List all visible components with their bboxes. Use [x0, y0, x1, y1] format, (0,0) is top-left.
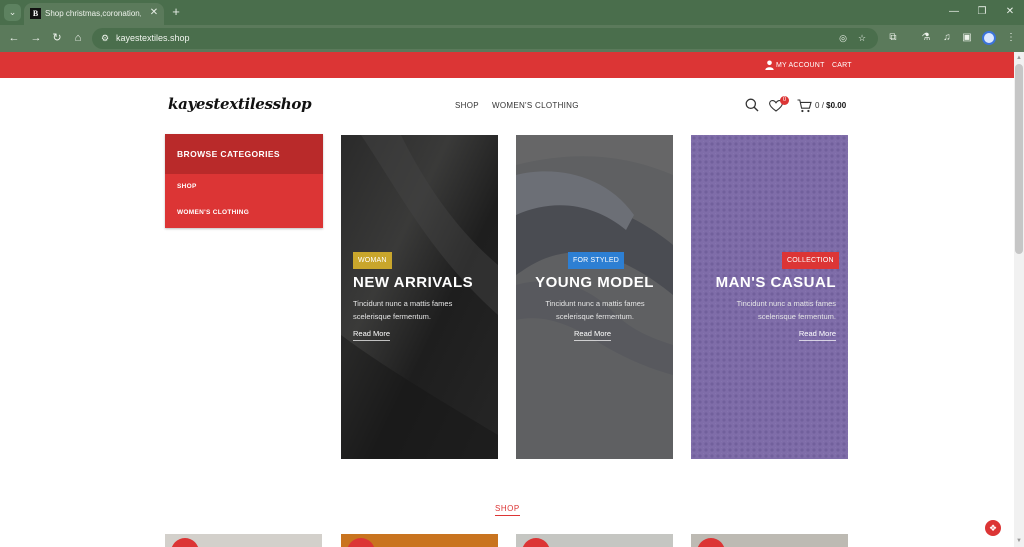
- address-bar[interactable]: ⚙ kayestextiles.shop ◎ ☆: [92, 28, 878, 49]
- reload-icon[interactable]: ↻: [49, 30, 65, 46]
- back-icon[interactable]: ←: [6, 30, 22, 46]
- search-icon[interactable]: [745, 98, 759, 112]
- banner-text: Tincidunt nunc a mattis fames scelerisqu…: [736, 299, 836, 321]
- scrollbar-thumb[interactable]: [1015, 64, 1023, 254]
- url-text[interactable]: kayestextiles.shop: [116, 32, 190, 45]
- product-card[interactable]: [691, 534, 848, 547]
- product-card[interactable]: [165, 534, 322, 547]
- forward-icon[interactable]: →: [28, 30, 44, 46]
- profile-icon[interactable]: [982, 31, 996, 45]
- browser-tab-bar: ⌄ B Shop christmas,coronation,Hal ✕ + — …: [0, 0, 1024, 25]
- banner-badge-label: COLLECTION: [787, 257, 834, 264]
- browse-categories-panel: BROWSE CATEGORIES SHOP WOMEN'S CLOTHING: [165, 134, 323, 228]
- shop-section-heading[interactable]: SHOP: [495, 504, 520, 516]
- close-icon[interactable]: ✕: [148, 7, 160, 19]
- site-info-icon[interactable]: ⚙: [98, 31, 112, 45]
- my-account-link[interactable]: MY ACCOUNT: [776, 61, 825, 70]
- banner-new-arrivals[interactable]: WOMAN NEW ARRIVALS Tincidunt nunc a matt…: [341, 135, 498, 459]
- extensions-icon[interactable]: ⧉: [885, 30, 901, 46]
- banner-title: MAN'S CASUAL: [715, 274, 836, 291]
- browse-categories-title: BROWSE CATEGORIES: [177, 149, 280, 159]
- eye-off-icon[interactable]: ◎: [836, 31, 850, 45]
- banner-read-more-link[interactable]: Read More: [353, 329, 391, 341]
- nav-shop[interactable]: SHOP: [455, 101, 479, 111]
- sidebar-icon[interactable]: ▣: [959, 30, 975, 46]
- user-icon[interactable]: [765, 60, 774, 70]
- banner-read-more-link[interactable]: Read More: [574, 329, 612, 341]
- site-top-bar: MY ACCOUNT CART: [0, 52, 1014, 78]
- category-item-womens-clothing[interactable]: WOMEN'S CLOTHING: [177, 209, 249, 217]
- banner-badge: COLLECTION: [782, 252, 839, 269]
- cart-total[interactable]: 0 / $0.00: [815, 101, 846, 111]
- cart-icon[interactable]: [797, 99, 812, 113]
- sale-badge: [171, 538, 199, 547]
- banner-read-more-link[interactable]: Read More: [798, 329, 836, 341]
- cart-separator: /: [821, 101, 824, 110]
- cart-count: 0: [815, 101, 820, 110]
- banner-text: Tincidunt nunc a mattis fames scelerisqu…: [353, 299, 453, 321]
- banner-title: YOUNG MODEL: [535, 274, 654, 291]
- home-icon[interactable]: ⌂: [70, 30, 86, 46]
- tab-list-icon[interactable]: ⌄: [4, 4, 21, 21]
- restore-icon[interactable]: ❐: [974, 4, 990, 20]
- site-favicon-icon: B: [30, 8, 41, 19]
- nav-womens-clothing[interactable]: WOMEN'S CLOTHING: [492, 101, 579, 111]
- banner-badge: WOMAN: [353, 252, 392, 269]
- sale-badge: [522, 538, 550, 547]
- banner-badge-label: WOMAN: [358, 257, 387, 264]
- plus-icon[interactable]: +: [168, 4, 184, 20]
- star-icon[interactable]: ☆: [855, 31, 869, 45]
- site-header: kayestextilesshop SHOP WOMEN'S CLOTHING: [0, 78, 1014, 134]
- sale-badge: [347, 538, 375, 547]
- banner-badge: FOR STYLED: [568, 252, 624, 269]
- product-card[interactable]: [341, 534, 498, 547]
- category-item-shop[interactable]: SHOP: [177, 183, 197, 191]
- lab-icon[interactable]: ⚗: [918, 30, 934, 46]
- browser-tab[interactable]: B Shop christmas,coronation,Hal ✕: [24, 3, 164, 25]
- banner-young-model[interactable]: FOR STYLED YOUNG MODEL Tincidunt nunc a …: [516, 135, 673, 459]
- media-icon[interactable]: ♫: [939, 30, 955, 46]
- browse-categories-header[interactable]: BROWSE CATEGORIES: [165, 134, 323, 174]
- scroll-down-icon[interactable]: ▼: [1015, 537, 1023, 545]
- browser-toolbar: ← → ↻ ⌂ ⚙ kayestextiles.shop ◎ ☆ ⧉ ⚗ ♫ ▣…: [0, 25, 1024, 52]
- wishlist-count-badge: 0: [780, 96, 789, 105]
- minimize-icon[interactable]: —: [946, 4, 962, 20]
- banner-mans-casual[interactable]: COLLECTION MAN'S CASUAL Tincidunt nunc a…: [691, 135, 848, 459]
- sale-badge: [697, 538, 725, 547]
- menu-icon[interactable]: ⋮: [1003, 30, 1019, 46]
- tab-title: Shop christmas,coronation,Hal: [45, 9, 141, 18]
- floating-action-icon[interactable]: ❖: [985, 520, 1001, 536]
- banner-title: NEW ARRIVALS: [353, 274, 474, 291]
- scroll-up-icon[interactable]: ▲: [1015, 54, 1023, 62]
- close-window-icon[interactable]: ✕: [1002, 4, 1018, 20]
- banner-badge-label: FOR STYLED: [573, 257, 619, 264]
- cart-link[interactable]: CART: [832, 61, 852, 70]
- product-card[interactable]: [516, 534, 673, 547]
- page-scrollbar[interactable]: ▲ ▼: [1014, 52, 1024, 547]
- site-logo[interactable]: kayestextilesshop: [168, 95, 312, 113]
- banner-text: Tincidunt nunc a mattis fames scelerisqu…: [545, 299, 645, 321]
- cart-amount: $0.00: [826, 101, 847, 110]
